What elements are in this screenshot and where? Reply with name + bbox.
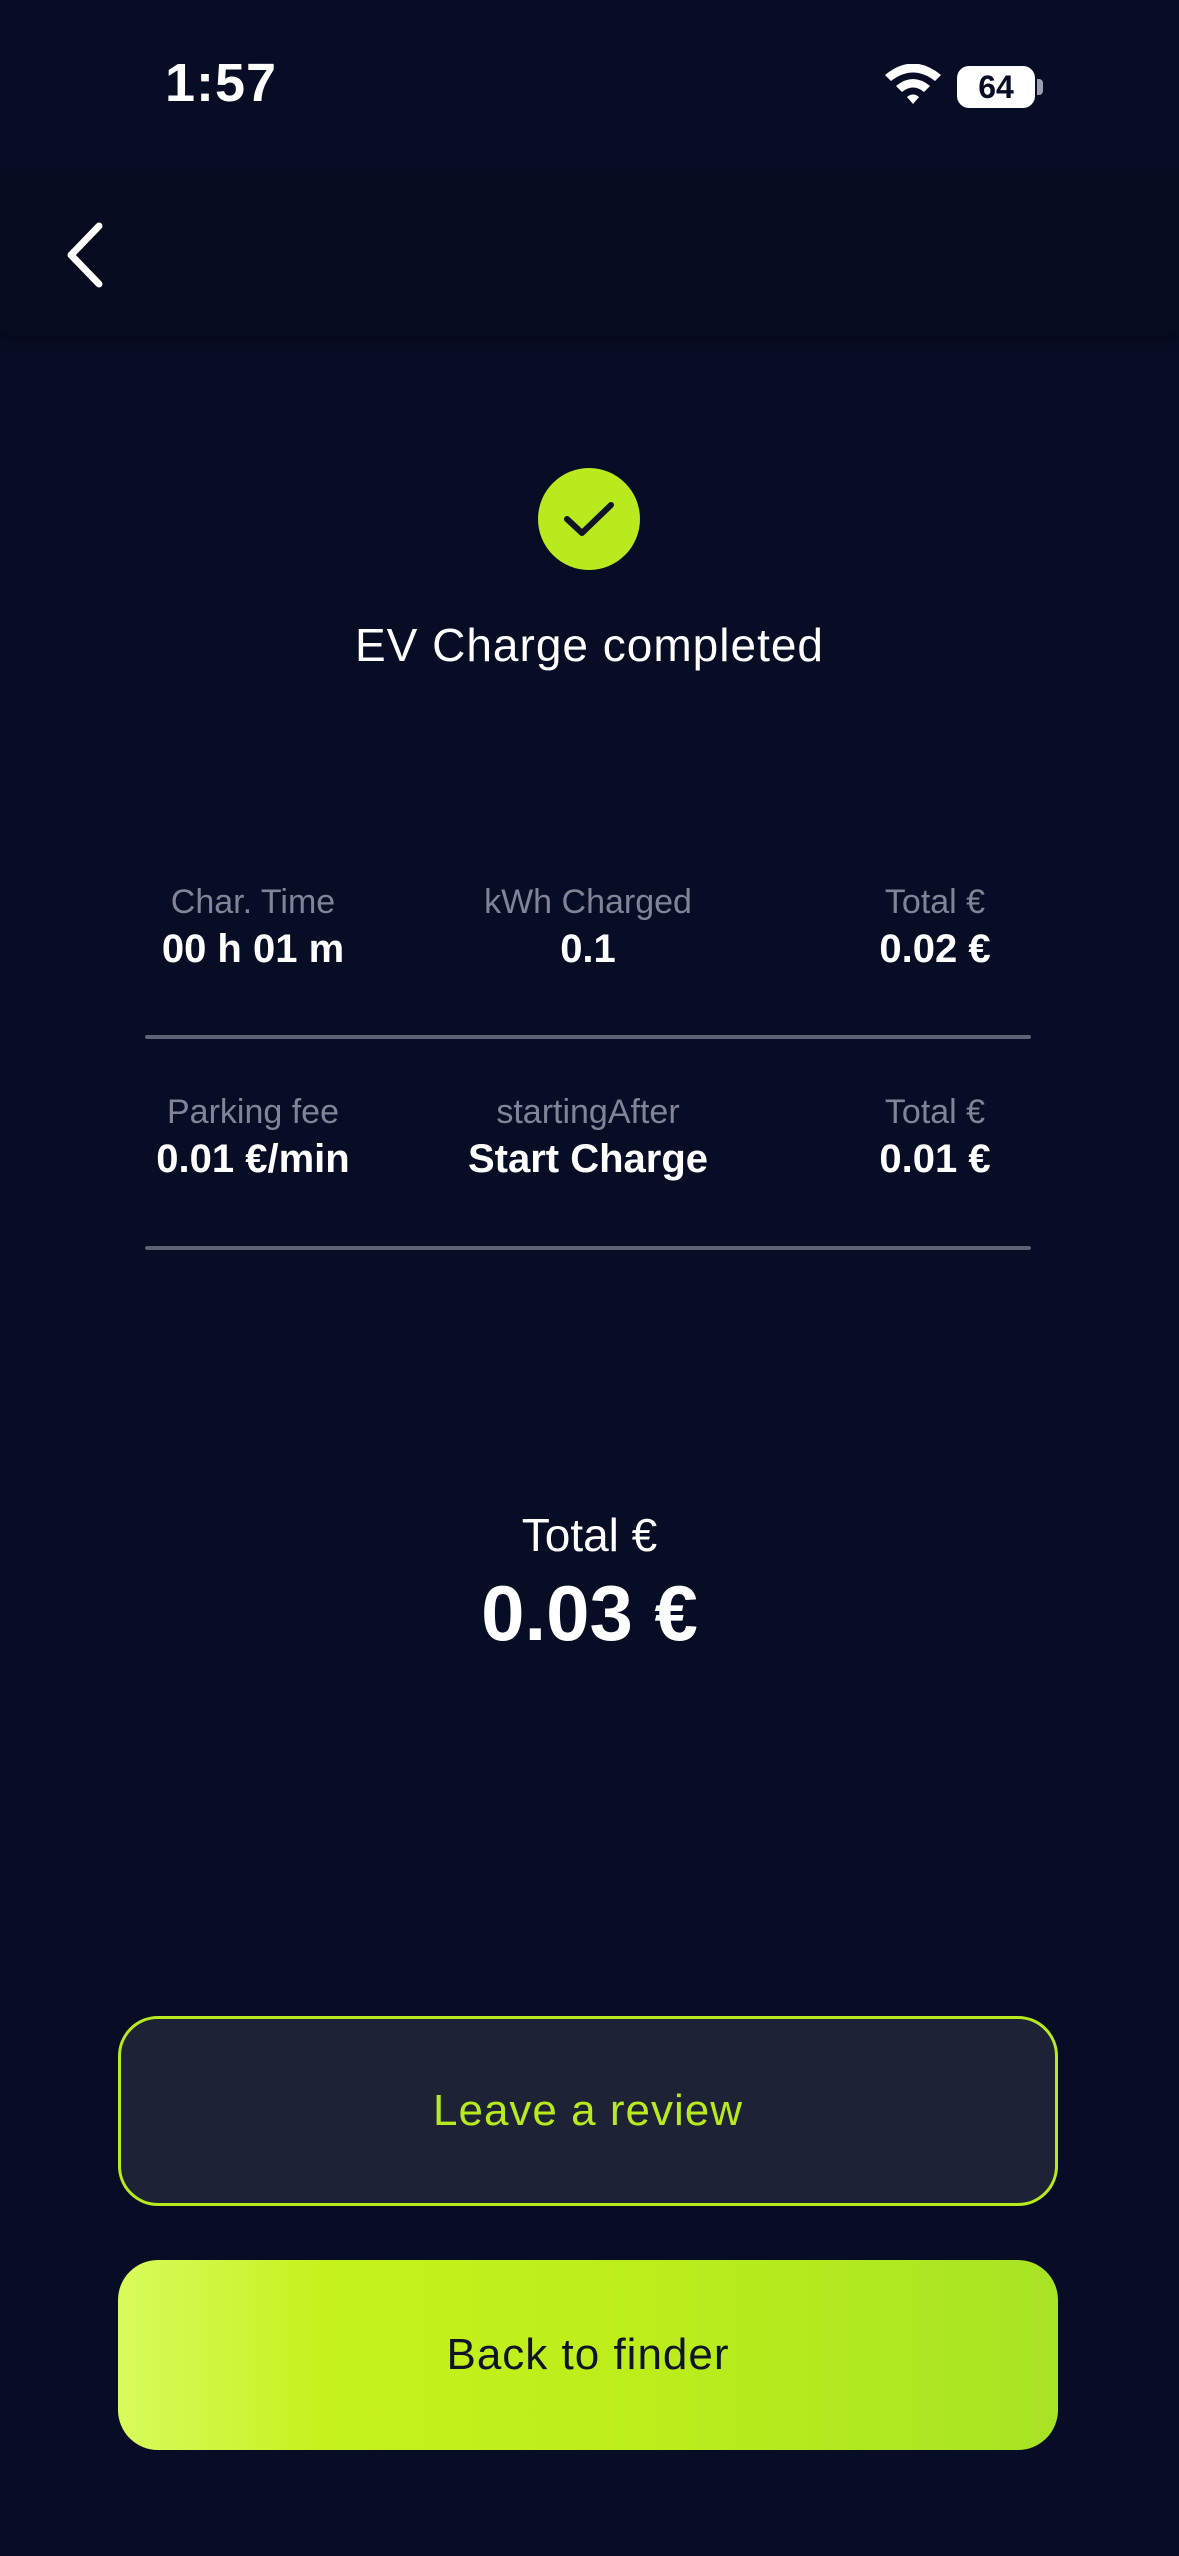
stat-value: 0.1 (560, 927, 616, 971)
total-label: Total € (521, 1509, 658, 1561)
stat-value: 0.02 € (879, 927, 991, 971)
battery-indicator: 64 (957, 66, 1035, 108)
battery-level: 64 (978, 69, 1014, 105)
stat-parking-fee: Parking fee 0.01 €/min (128, 1090, 378, 1184)
chevron-left-icon (67, 222, 103, 288)
wifi-icon (885, 64, 941, 104)
page-title: EV Charge completed (354, 619, 825, 671)
stat-parking-total: Total € 0.01 € (835, 1090, 1035, 1184)
stat-charging-time: Char. Time 00 h 01 m (128, 880, 378, 974)
stat-label: kWh Charged (484, 883, 692, 921)
divider (145, 1035, 1031, 1039)
back-button[interactable] (50, 205, 120, 305)
stat-label: Total € (884, 1093, 986, 1131)
stat-label: Parking fee (167, 1093, 339, 1131)
divider (145, 1246, 1031, 1250)
parking-stats-row: Parking fee 0.01 €/min startingAfter Sta… (145, 1090, 1031, 1200)
total-value: 0.03 € (481, 1569, 698, 1657)
success-badge (538, 468, 640, 570)
checkmark-icon (564, 502, 614, 536)
status-time: 1:57 (165, 53, 278, 113)
stat-label: Char. Time (170, 883, 336, 921)
stat-label: startingAfter (496, 1093, 680, 1131)
stat-charge-total: Total € 0.02 € (835, 880, 1035, 974)
stat-value: 0.01 € (879, 1137, 991, 1181)
stat-kwh-charged: kWh Charged 0.1 (463, 880, 713, 974)
battery-cap (1037, 79, 1043, 95)
leave-review-button[interactable]: Leave a review (118, 2016, 1058, 2206)
stat-starting-after: startingAfter Start Charge (463, 1090, 713, 1184)
charge-stats-row: Char. Time 00 h 01 m kWh Charged 0.1 Tot… (145, 880, 1031, 990)
stat-value: 0.01 €/min (156, 1137, 350, 1181)
stat-label: Total € (884, 883, 986, 921)
navigation-bar (0, 170, 1179, 335)
stat-value: 00 h 01 m (161, 927, 345, 971)
back-to-finder-button[interactable]: Back to finder (118, 2260, 1058, 2450)
status-bar: 1:57 64 (0, 0, 1179, 170)
stat-value: Start Charge (467, 1137, 709, 1181)
